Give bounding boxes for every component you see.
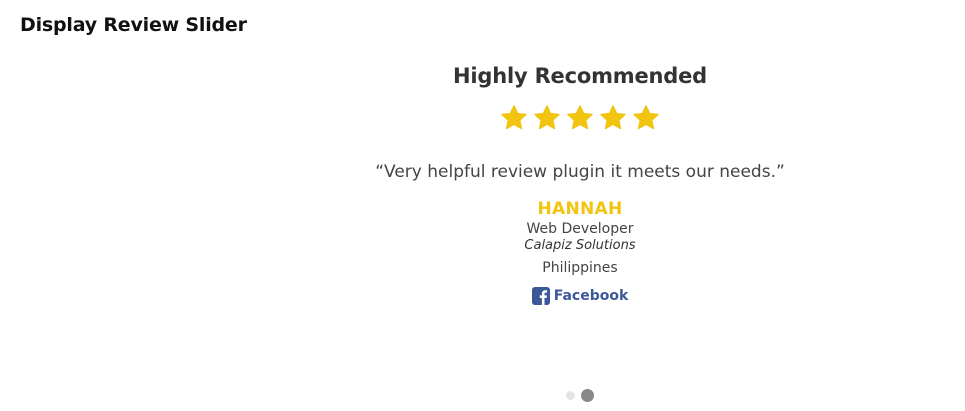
- slider-pagination: [566, 389, 594, 402]
- star-icon: [501, 105, 527, 130]
- page-title: Display Review Slider: [20, 14, 247, 36]
- facebook-label: Facebook: [553, 288, 629, 304]
- slider-dot-1[interactable]: [566, 391, 575, 400]
- author-role: Web Developer: [526, 221, 634, 237]
- star-icon: [567, 105, 593, 130]
- slider-dot-2[interactable]: [581, 389, 594, 402]
- star-rating: [280, 104, 880, 134]
- star-icon: [633, 105, 659, 130]
- facebook-link[interactable]: Facebook: [531, 287, 629, 305]
- review-slider: Highly Recommended “Very helpful review …: [280, 60, 880, 309]
- review-quote: “Very helpful review plugin it meets our…: [375, 162, 785, 182]
- author-country: Philippines: [542, 260, 618, 276]
- facebook-icon: [531, 287, 550, 305]
- star-icon: [600, 105, 626, 130]
- review-title: Highly Recommended: [453, 64, 707, 88]
- author-company: Calapiz Solutions: [524, 238, 636, 253]
- author-name: HANNAH: [537, 199, 623, 219]
- star-icon: [534, 105, 560, 130]
